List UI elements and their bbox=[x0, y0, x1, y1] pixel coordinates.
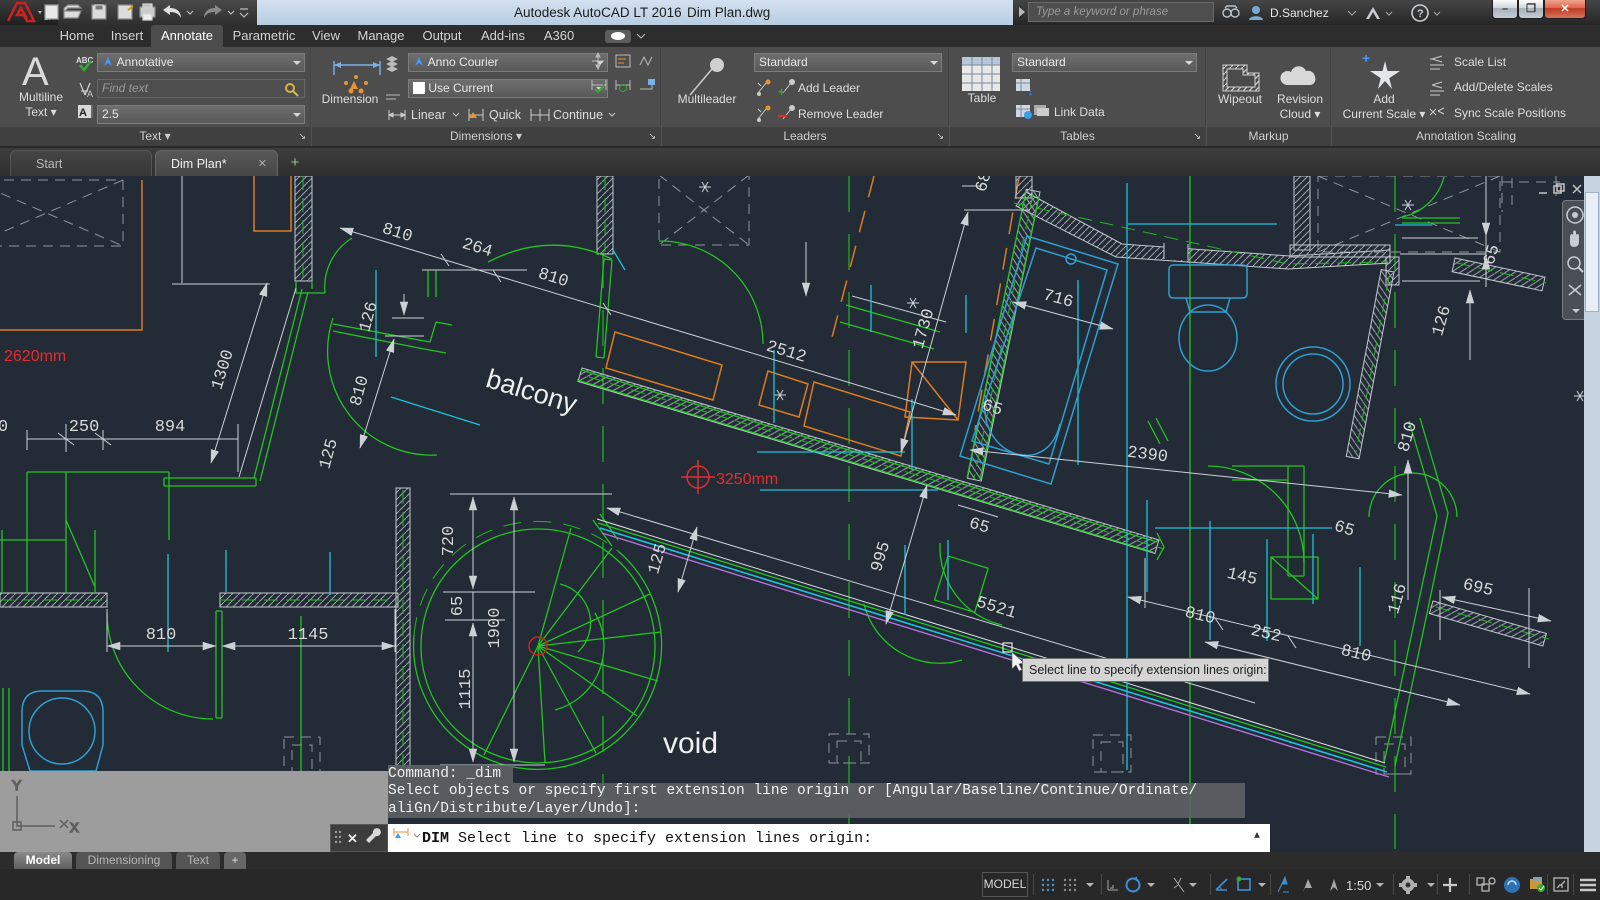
svg-text:0: 0 bbox=[0, 418, 8, 437]
svg-text:Continue: Continue bbox=[553, 108, 603, 122]
svg-text:810: 810 bbox=[1183, 604, 1217, 629]
svg-text:810: 810 bbox=[536, 265, 571, 292]
svg-text:void: void bbox=[663, 727, 718, 760]
svg-text:Y: Y bbox=[12, 777, 22, 793]
svg-text:264: 264 bbox=[460, 235, 495, 262]
svg-text:A: A bbox=[22, 50, 49, 89]
svg-text:65: 65 bbox=[449, 596, 468, 616]
svg-text:716: 716 bbox=[1041, 286, 1075, 312]
svg-text:+: + bbox=[1362, 51, 1370, 66]
svg-text:✕: ✕ bbox=[347, 831, 358, 846]
svg-text:1:50: 1:50 bbox=[1346, 878, 1371, 893]
svg-text:995: 995 bbox=[868, 540, 895, 575]
svg-text:5521: 5521 bbox=[974, 594, 1019, 624]
svg-text:125: 125 bbox=[316, 437, 342, 471]
svg-text:810: 810 bbox=[347, 374, 373, 408]
svg-text:68: 68 bbox=[973, 176, 997, 194]
svg-text:810: 810 bbox=[1395, 420, 1422, 455]
svg-text:Quick: Quick bbox=[489, 108, 522, 122]
svg-text:?: ? bbox=[1417, 8, 1424, 20]
svg-text:65: 65 bbox=[1481, 243, 1505, 268]
svg-text:126: 126 bbox=[1429, 304, 1456, 339]
svg-text:balcony: balcony bbox=[483, 363, 581, 419]
svg-text:145: 145 bbox=[1225, 565, 1259, 590]
svg-text:65: 65 bbox=[966, 515, 991, 539]
svg-text:126: 126 bbox=[356, 300, 382, 334]
svg-text:695: 695 bbox=[1461, 576, 1495, 601]
svg-text:720: 720 bbox=[440, 526, 459, 557]
svg-text:↓: ↓ bbox=[1028, 87, 1033, 97]
svg-text:A: A bbox=[79, 107, 87, 119]
svg-text:+: + bbox=[778, 85, 785, 99]
svg-text:A: A bbox=[87, 89, 93, 99]
svg-text:65: 65 bbox=[1331, 518, 1356, 542]
svg-text:125: 125 bbox=[645, 542, 672, 577]
svg-text:810: 810 bbox=[380, 220, 415, 247]
svg-text:2390: 2390 bbox=[1126, 444, 1169, 468]
svg-text:252: 252 bbox=[1249, 622, 1283, 647]
svg-text:Linear: Linear bbox=[411, 108, 446, 122]
svg-text:1145: 1145 bbox=[288, 626, 329, 645]
svg-text:3250mm: 3250mm bbox=[716, 471, 778, 488]
svg-text:D.Sanchez: D.Sanchez bbox=[1270, 6, 1329, 20]
svg-text:2620mm: 2620mm bbox=[4, 348, 66, 365]
svg-text:X: X bbox=[70, 820, 79, 835]
svg-text:250: 250 bbox=[69, 418, 100, 437]
svg-text:1300: 1300 bbox=[209, 348, 239, 393]
svg-text:810: 810 bbox=[146, 626, 177, 645]
svg-text:1900: 1900 bbox=[486, 608, 505, 649]
svg-text:810: 810 bbox=[1339, 642, 1373, 667]
svg-text:894: 894 bbox=[155, 418, 186, 437]
svg-text:ABC: ABC bbox=[76, 56, 94, 65]
svg-text:116: 116 bbox=[1385, 582, 1412, 617]
svg-text:1115: 1115 bbox=[457, 669, 476, 710]
